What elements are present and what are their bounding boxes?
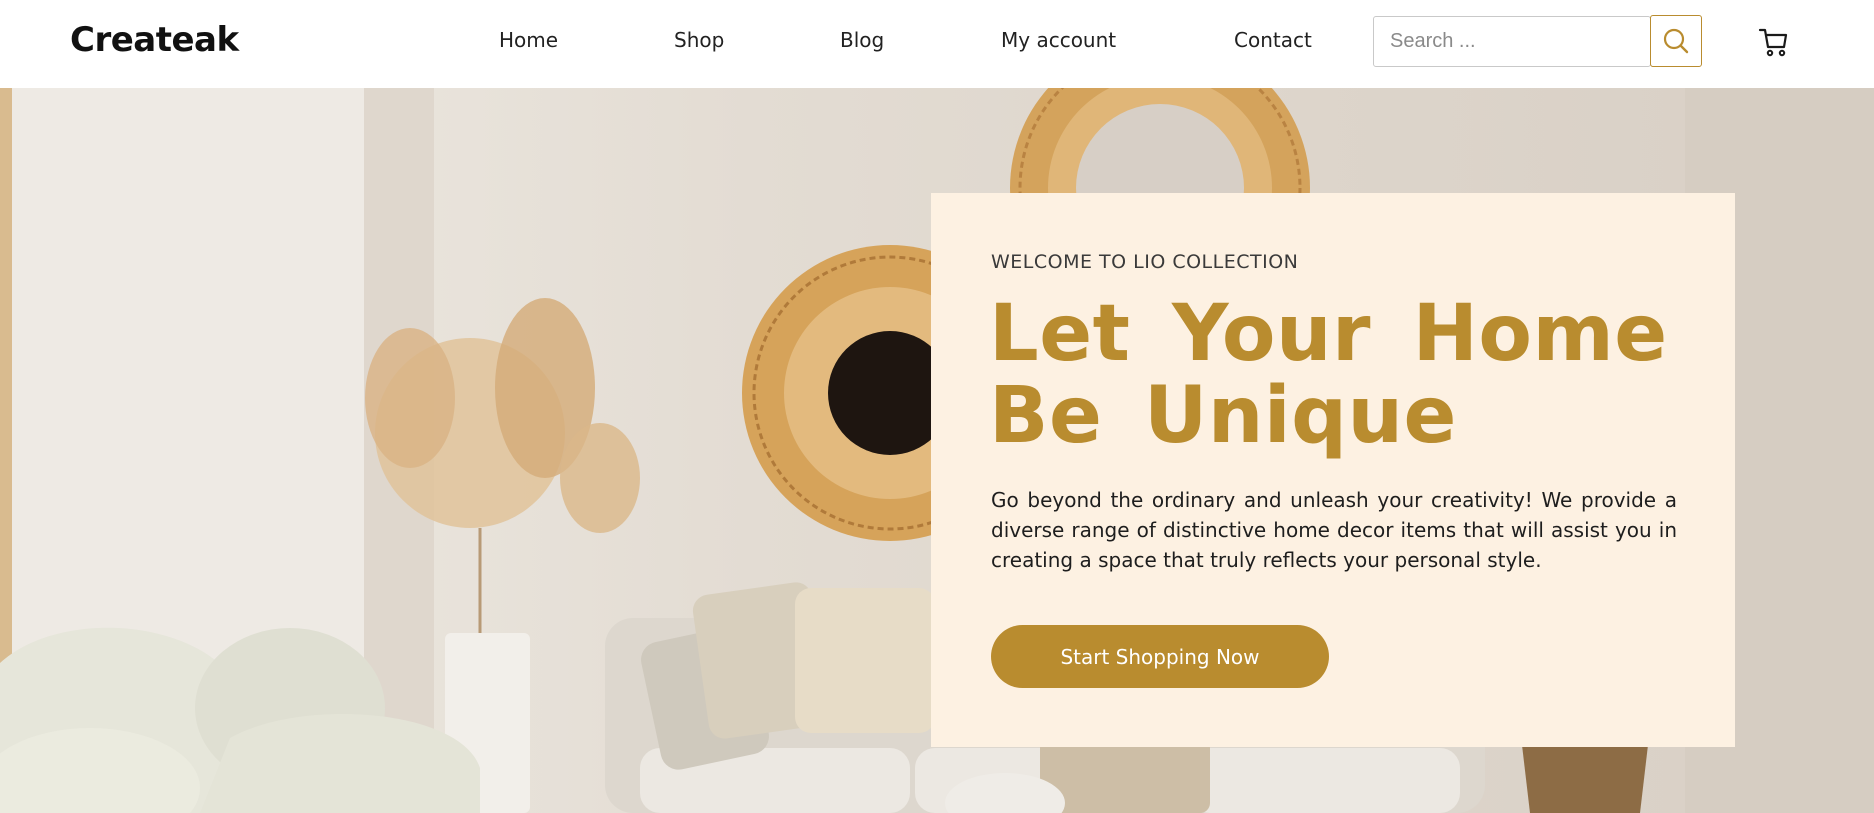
nav-contact[interactable]: Contact	[1234, 28, 1312, 52]
site-logo[interactable]: Createak	[70, 20, 239, 60]
nav-home[interactable]: Home	[499, 28, 558, 52]
hero-headline: Let Your Home Be Unique	[989, 289, 1668, 461]
hero-eyebrow: WELCOME TO LIO COLLECTION	[991, 251, 1299, 273]
nav-shop[interactable]: Shop	[674, 28, 724, 52]
search-icon	[1663, 28, 1689, 54]
search-input[interactable]	[1373, 16, 1651, 67]
cart-button[interactable]	[1756, 24, 1792, 60]
hero-card: WELCOME TO LIO COLLECTION Let Your Home …	[931, 193, 1735, 747]
nav-blog[interactable]: Blog	[840, 28, 884, 52]
search-button[interactable]	[1650, 15, 1702, 67]
cart-icon	[1758, 28, 1788, 57]
hero-description: Go beyond the ordinary and unleash your …	[991, 488, 1677, 572]
start-shopping-button[interactable]: Start Shopping Now	[991, 625, 1329, 688]
nav-my-account[interactable]: My account	[1001, 28, 1116, 52]
site-header: Createak Home Shop Blog My account Conta…	[0, 0, 1874, 88]
